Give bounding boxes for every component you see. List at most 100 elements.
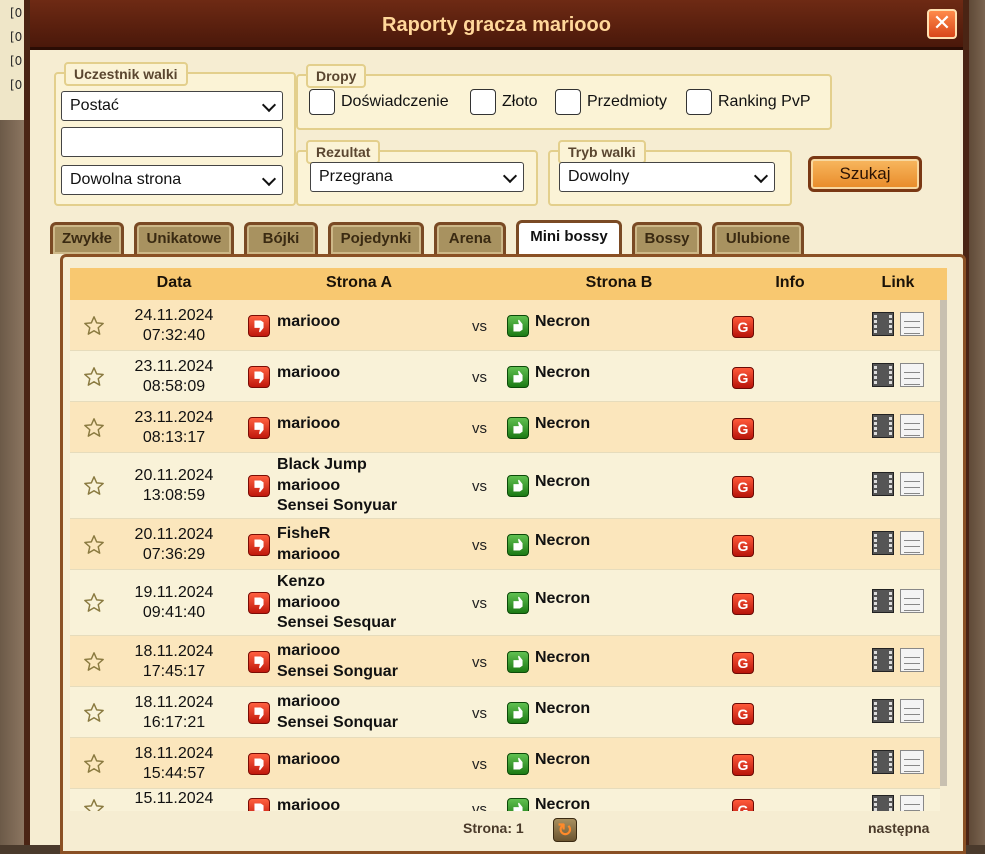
title-bar[interactable]: Raporty gracza mariooo ✕ <box>30 0 963 50</box>
report-document-icon[interactable] <box>900 795 924 811</box>
info-badge-icon[interactable]: G <box>732 534 754 557</box>
report-document-icon[interactable] <box>900 589 924 613</box>
side-a-player[interactable]: Kenzo <box>277 572 396 593</box>
tab-pojedynki[interactable]: Pojedynki <box>328 222 424 254</box>
win-thumb-up-icon <box>507 314 529 337</box>
participant-side-select[interactable]: Dowolna strona <box>61 165 283 195</box>
info-badge-icon[interactable]: G <box>732 315 754 338</box>
next-page-link[interactable]: następna <box>868 820 929 836</box>
replay-film-icon[interactable] <box>872 311 894 336</box>
side-a-player[interactable]: mariooo <box>277 593 396 614</box>
side-a-player[interactable]: mariooo <box>277 363 340 384</box>
replay-film-icon[interactable] <box>872 698 894 723</box>
info-badge-icon[interactable]: G <box>732 476 754 498</box>
replay-film-icon[interactable] <box>872 413 894 438</box>
side-a-player[interactable]: mariooo <box>277 750 340 771</box>
favorite-star-icon[interactable] <box>83 798 105 811</box>
replay-film-icon[interactable] <box>872 647 894 672</box>
favorite-star-icon[interactable] <box>83 475 105 497</box>
side-b-name[interactable]: Necron <box>535 751 590 769</box>
report-document-icon[interactable] <box>900 362 924 387</box>
report-document-icon[interactable] <box>900 472 924 496</box>
side-b-name[interactable]: Necron <box>535 649 590 667</box>
drop-experience-checkbox[interactable]: Doświadczenie <box>309 89 449 115</box>
participant-name-input[interactable] <box>61 127 283 157</box>
tab-unikatowe[interactable]: Unikatowe <box>134 222 234 254</box>
participant-side-value: Dowolna strona <box>70 171 182 188</box>
replay-film-icon[interactable] <box>872 795 894 811</box>
favorite-star-icon[interactable] <box>83 366 105 388</box>
checkbox-box[interactable] <box>555 89 581 115</box>
side-b-name[interactable]: Necron <box>535 700 590 718</box>
side-a-player[interactable]: mariooo <box>277 414 340 435</box>
replay-film-icon[interactable] <box>872 362 894 387</box>
side-a-player[interactable]: Sensei Sonyuar <box>277 496 397 517</box>
close-icon[interactable]: ✕ <box>927 9 957 39</box>
side-a-player[interactable]: mariooo <box>277 796 340 811</box>
mode-select[interactable]: Dowolny <box>559 162 775 192</box>
side-b-name[interactable]: Necron <box>535 796 590 811</box>
page-indicator: Strona: 1 <box>463 820 524 836</box>
replay-film-icon[interactable] <box>872 749 894 774</box>
checkbox-box[interactable] <box>470 89 496 115</box>
tab-arena[interactable]: Arena <box>434 222 506 254</box>
background-mark: [0 <box>10 6 23 20</box>
tab-bossy[interactable]: Bossy <box>632 222 702 254</box>
favorite-star-icon[interactable] <box>83 315 105 337</box>
side-a-player[interactable]: Sensei Songuar <box>277 662 398 683</box>
loss-thumb-down-icon <box>248 650 270 673</box>
info-badge-icon[interactable]: G <box>732 366 754 389</box>
info-badge-icon[interactable]: G <box>732 651 754 674</box>
result-select[interactable]: Przegrana <box>310 162 524 192</box>
favorite-star-icon[interactable] <box>83 702 105 724</box>
info-badge-icon[interactable]: G <box>732 593 754 615</box>
favorite-star-icon[interactable] <box>83 592 105 614</box>
checkbox-box[interactable] <box>686 89 712 115</box>
scrollbar[interactable] <box>940 300 947 786</box>
side-b-name[interactable]: Necron <box>535 313 590 331</box>
favorite-star-icon[interactable] <box>83 651 105 673</box>
info-badge-icon[interactable]: G <box>732 702 754 725</box>
side-b-name[interactable]: Necron <box>535 415 590 433</box>
info-badge-icon[interactable]: G <box>732 799 754 811</box>
search-button[interactable]: Szukaj <box>808 156 922 192</box>
participant-type-select[interactable]: Postać <box>61 91 283 121</box>
replay-film-icon[interactable] <box>872 472 894 496</box>
report-document-icon[interactable] <box>900 749 924 774</box>
side-a-player[interactable]: mariooo <box>277 692 398 713</box>
refresh-icon[interactable]: ↻ <box>553 818 577 842</box>
side-a-player[interactable]: Black Jump <box>277 455 397 476</box>
side-a-player[interactable]: mariooo <box>277 641 398 662</box>
favorite-star-icon[interactable] <box>83 417 105 439</box>
report-document-icon[interactable] <box>900 311 924 336</box>
tab-bojki[interactable]: Bójki <box>244 222 318 254</box>
report-document-icon[interactable] <box>900 413 924 438</box>
drop-gold-checkbox[interactable]: Złoto <box>470 89 538 115</box>
drop-pvp-checkbox[interactable]: Ranking PvP <box>686 89 811 115</box>
side-b-name[interactable]: Necron <box>535 532 590 550</box>
report-document-icon[interactable] <box>900 530 924 555</box>
side-b-name[interactable]: Necron <box>535 590 590 608</box>
side-b-name[interactable]: Necron <box>535 473 590 491</box>
favorite-star-icon[interactable] <box>83 753 105 775</box>
info-badge-icon[interactable]: G <box>732 417 754 440</box>
tab-zwykle[interactable]: Zwykłe <box>50 222 124 254</box>
tab-mini-bossy[interactable]: Mini bossy <box>516 220 622 256</box>
side-a-player[interactable]: Sensei Sonquar <box>277 713 398 734</box>
checkbox-box[interactable] <box>309 89 335 115</box>
side-a-player[interactable]: FisheR <box>277 524 340 545</box>
tab-ulubione[interactable]: Ulubione <box>712 222 804 254</box>
side-a-player[interactable]: mariooo <box>277 545 340 566</box>
info-badge-icon[interactable]: G <box>732 753 754 776</box>
side-a-player[interactable]: Sensei Sesquar <box>277 613 396 634</box>
replay-film-icon[interactable] <box>872 530 894 555</box>
side-a-player[interactable]: mariooo <box>277 312 340 333</box>
side-b-name[interactable]: Necron <box>535 364 590 382</box>
reports-list[interactable]: 24.11.2024 07:32:40 mariooo vs Necron G 23.11.… <box>70 300 940 811</box>
drop-items-checkbox[interactable]: Przedmioty <box>555 89 667 115</box>
report-document-icon[interactable] <box>900 698 924 723</box>
favorite-star-icon[interactable] <box>83 534 105 556</box>
replay-film-icon[interactable] <box>872 589 894 613</box>
side-a-player[interactable]: mariooo <box>277 476 397 497</box>
report-document-icon[interactable] <box>900 647 924 672</box>
